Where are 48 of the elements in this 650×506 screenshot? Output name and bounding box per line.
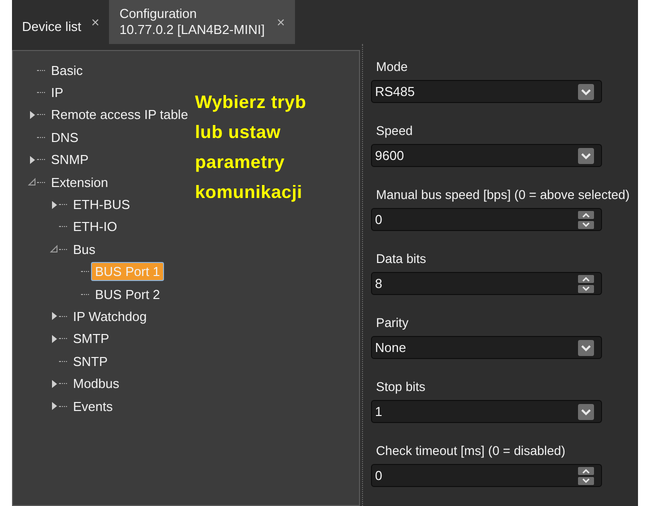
field-label: Stop bits (375, 379, 426, 396)
tree-item[interactable]: SNTP (69, 352, 112, 371)
tree-item[interactable]: Modbus (69, 374, 124, 394)
chevron-down-icon[interactable] (578, 404, 594, 420)
field-label: Speed (375, 123, 414, 140)
tree-item[interactable]: Bus (69, 240, 100, 259)
collapse-icon[interactable] (28, 178, 36, 186)
collapse-icon[interactable] (50, 245, 58, 254)
tree-item[interactable]: DNS (47, 128, 82, 147)
tree-item[interactable]: ETH-IO (69, 217, 122, 236)
spinner-icon[interactable] (578, 210, 594, 228)
number-field[interactable]: 0 (371, 208, 602, 231)
tree-item[interactable]: Basic (47, 60, 87, 80)
expand-icon[interactable] (50, 200, 58, 210)
number-field[interactable]: 8 (371, 272, 602, 295)
chevron-down-icon[interactable] (578, 84, 594, 100)
chevron-down-icon[interactable] (578, 340, 594, 356)
spinner-icon[interactable] (578, 466, 594, 484)
field-label: Manual bus speed [bps] (0 = above selected) (375, 187, 631, 204)
chevron-down-icon[interactable] (578, 148, 594, 164)
tree-item[interactable]: SMTP (69, 329, 114, 348)
annotation-text: Wybierz tryb lub ustaw parametry komunikacji (195, 91, 306, 204)
expand-icon[interactable] (50, 311, 58, 322)
number-field[interactable]: 0 (371, 464, 602, 487)
tree-item[interactable]: SNMP (47, 150, 93, 170)
dropdown[interactable]: RS485 (371, 80, 602, 103)
field-label: Parity (375, 315, 410, 332)
dropdown[interactable]: 1 (371, 400, 602, 423)
expand-icon[interactable] (50, 378, 58, 389)
dropdown[interactable]: 9600 (371, 144, 602, 167)
close-icon[interactable]: × (276, 14, 285, 30)
tree-item[interactable]: Remote access IP table (47, 105, 192, 124)
expand-icon[interactable] (50, 334, 58, 344)
field-label: Check timeout [ms] (0 = disabled) (375, 443, 566, 460)
tree-item[interactable]: Events (69, 396, 117, 416)
expand-icon[interactable] (28, 154, 36, 165)
expand-icon[interactable] (50, 401, 58, 412)
close-icon[interactable]: × (91, 14, 100, 30)
tree-item[interactable]: BUS Port 2 (91, 284, 164, 304)
tree-item[interactable]: Extension (47, 172, 112, 192)
field-label: Data bits (375, 251, 428, 268)
dropdown[interactable]: None (371, 336, 602, 359)
tree-item[interactable]: IP (47, 83, 68, 102)
spinner-icon[interactable] (578, 274, 594, 292)
tree-item[interactable]: IP Watchdog (69, 306, 151, 326)
tree-item[interactable]: ETH-BUS (69, 195, 134, 214)
field-label: Mode (375, 59, 409, 76)
expand-icon[interactable] (28, 110, 36, 120)
